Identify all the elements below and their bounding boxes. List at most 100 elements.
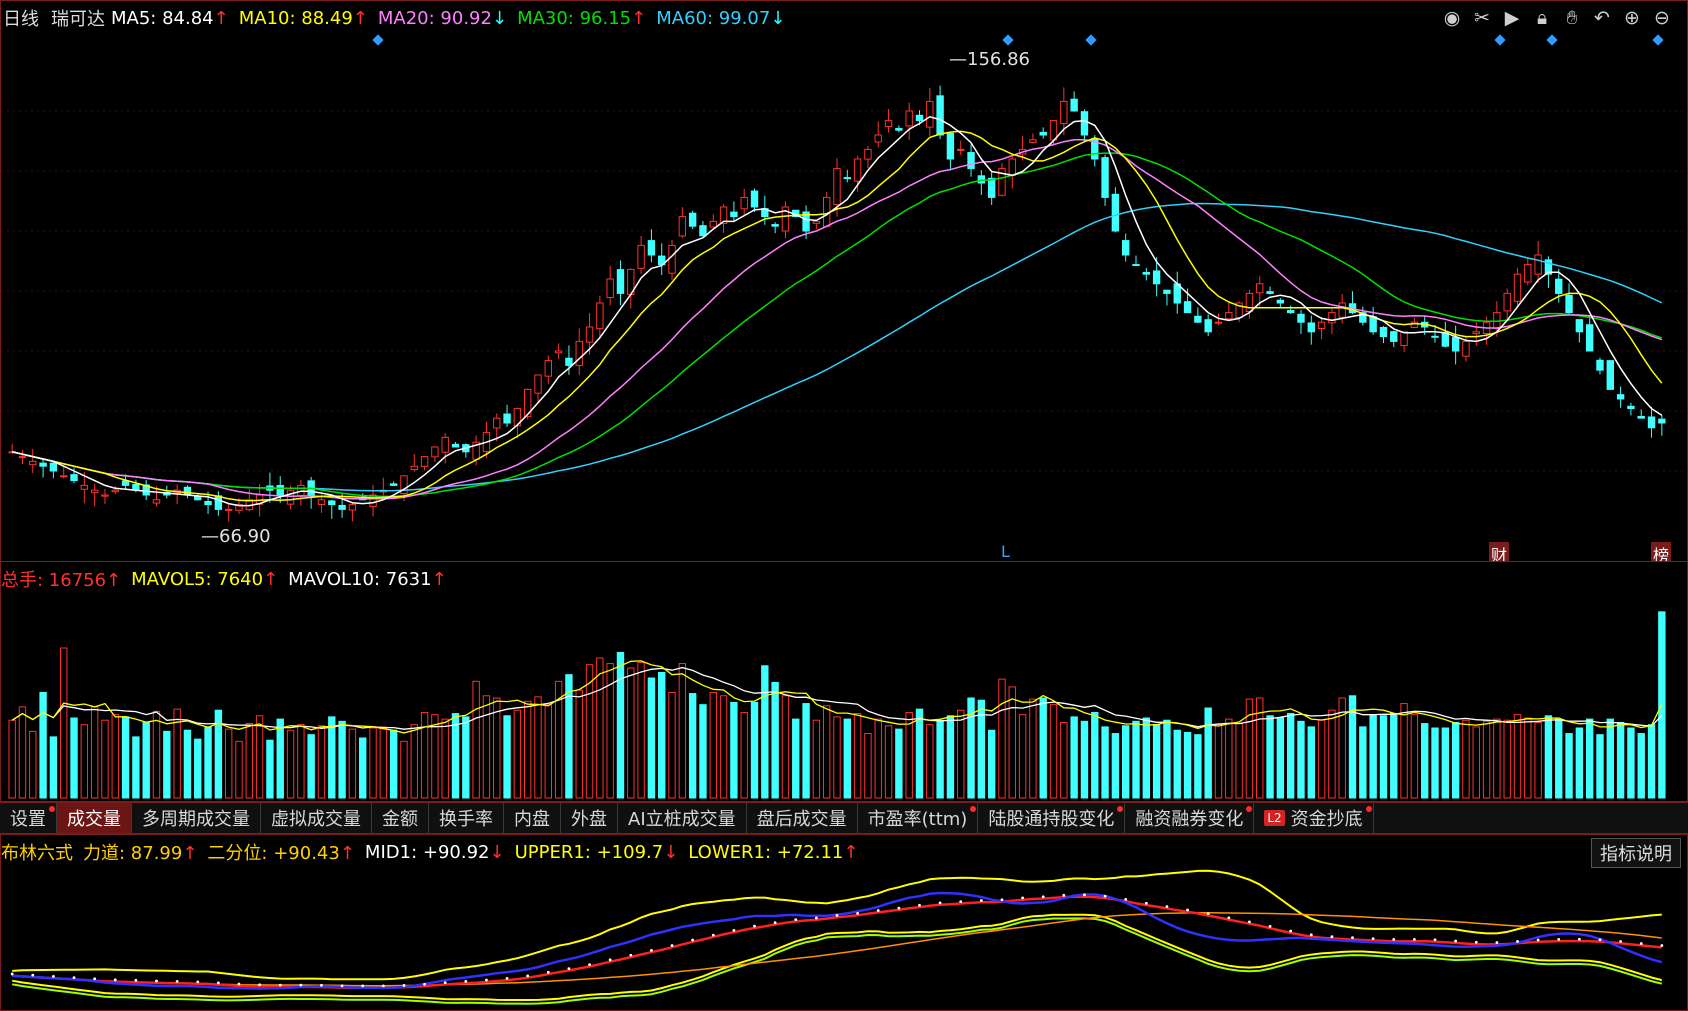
zoom-out-icon[interactable]: ⊖ (1651, 7, 1673, 29)
tab-label: 资金抄底 (1290, 809, 1363, 830)
volume-bar (142, 721, 150, 799)
volume-bar (503, 715, 511, 799)
tab-5[interactable]: 换手率 (429, 803, 504, 833)
candle-body (1503, 292, 1511, 312)
volume-bar (926, 724, 934, 799)
candle-body (1451, 336, 1460, 352)
candlestick-chart[interactable] (1, 1, 1688, 562)
candle-body (740, 196, 748, 210)
tab-9[interactable]: 盘后成交量 (747, 803, 858, 833)
mid-dot (918, 903, 921, 907)
mid-dot (1309, 933, 1313, 937)
tab-6[interactable]: 内盘 (504, 803, 561, 833)
candle-body (565, 357, 573, 366)
candle-body (750, 190, 759, 208)
volume-bar (513, 709, 522, 799)
tab-12[interactable]: 融资融券变化 (1125, 803, 1255, 833)
mid-dot (134, 978, 138, 982)
candle-body (1276, 299, 1285, 304)
scissors-icon[interactable]: ✂ (1471, 7, 1493, 29)
candle-body (1214, 321, 1223, 324)
candle-body (224, 508, 233, 511)
mid-dot (814, 916, 818, 920)
volume-bar (1616, 721, 1625, 799)
volume-panel[interactable]: 总手: 16756↑ MAVOL5: 7640↑ MAVOL10: 7631↑ (0, 562, 1688, 802)
play-icon[interactable]: ▶ (1501, 7, 1523, 29)
volume-bar (1317, 719, 1326, 799)
volume-bar (987, 729, 996, 799)
l-marker[interactable]: L (1001, 542, 1010, 561)
bollinger-legend-item-5: LOWER1: +72.11↑ (688, 841, 859, 863)
mid-dot (1639, 942, 1643, 945)
indicator-help-button[interactable]: 指标说明 (1591, 838, 1681, 868)
candle-body (575, 340, 583, 366)
candle-body (730, 211, 738, 218)
tab-7[interactable]: 外盘 (561, 803, 618, 833)
finance-marker[interactable]: 财 (1489, 542, 1510, 561)
volume-bar (771, 681, 779, 799)
tab-1[interactable]: 成交量 (57, 803, 132, 833)
candle-body (1658, 418, 1666, 424)
eye-icon[interactable]: ◉ (1441, 7, 1463, 29)
mid-dot (361, 984, 365, 988)
mid-dot (1103, 894, 1107, 898)
mid-dot (670, 944, 674, 947)
candle-body (1256, 283, 1264, 294)
candle-body (70, 474, 78, 482)
candle-body (936, 95, 944, 136)
mid-dot (1412, 938, 1416, 941)
candle-body (1472, 331, 1480, 335)
zoom-in-icon[interactable]: ⊕ (1621, 7, 1643, 29)
candle-body (1049, 120, 1058, 141)
candle-body (1029, 139, 1037, 143)
candle-body (328, 500, 336, 506)
candle-body (1080, 111, 1089, 136)
volume-bar (1286, 713, 1295, 799)
tab-3[interactable]: 虚拟成交量 (261, 803, 372, 833)
candle-body (1286, 309, 1295, 314)
volume-bar (1441, 727, 1450, 799)
volume-bar (441, 718, 449, 799)
candle-body (1441, 332, 1450, 347)
tab-0[interactable]: 设置 (0, 803, 57, 833)
mid-dot (1557, 937, 1561, 941)
price-chart-panel[interactable]: 日线 瑞可达 MA5: 84.84↑ MA10: 88.49↑ MA20: 90.9… (0, 0, 1688, 562)
rank-marker[interactable]: 榜 (1651, 542, 1672, 561)
lock-icon[interactable]: 🔒︎ (1531, 7, 1553, 29)
volume-bar (1410, 714, 1419, 799)
candle-body (1338, 302, 1346, 318)
indicator-tab-bar: 设置 成交量 多周期成交量 虚拟成交量 金额 换手率 内盘 外盘 AI立桩成交量 盘后成交量 市盈率… (0, 802, 1688, 834)
tab-10[interactable]: 市盈率(ttm) (858, 803, 979, 833)
volume-bar (389, 729, 398, 799)
volume-bar (1111, 733, 1120, 799)
tab-13[interactable]: L2 资金抄底 (1254, 803, 1374, 833)
tab-label: 成交量 (67, 809, 121, 830)
volume-bar (204, 726, 212, 799)
volume-bar (864, 733, 872, 799)
volume-bar (1008, 686, 1016, 799)
candle-body (926, 100, 934, 128)
mid-dot (1083, 893, 1086, 897)
price-legend: 日线 瑞可达 MA5: 84.84↑ MA10: 88.49↑ MA20: 90.9… (1, 1, 801, 35)
candle-body (1111, 193, 1120, 232)
volume-bar (833, 716, 841, 799)
volume-chart[interactable] (1, 562, 1688, 802)
volume-bar (1400, 703, 1408, 799)
candle-body (1555, 278, 1563, 294)
tab-8[interactable]: AI立桩成交量 (618, 803, 747, 833)
volume-legend: 总手: 16756↑ MAVOL5: 7640↑ MAVOL10: 7631↑ (1, 562, 457, 596)
candle-body (1266, 291, 1274, 294)
volume-bar (276, 718, 284, 799)
volume-bar (420, 711, 429, 799)
volume-bar (637, 661, 645, 799)
candle-body (152, 499, 161, 504)
volume-bar (1544, 715, 1553, 799)
hand-icon[interactable]: ✋︎ (1561, 7, 1583, 29)
volume-bar (1606, 718, 1614, 799)
bollinger-panel[interactable]: 布林六式 力道: 87.99↑ 二分位: +90.43↑ MID1: +90.92↓ U… (0, 834, 1688, 1011)
tab-2[interactable]: 多周期成交量 (132, 803, 261, 833)
tab-4[interactable]: 金额 (372, 803, 429, 833)
tab-11[interactable]: 陆股通持股变化 (978, 803, 1126, 833)
undo-icon[interactable]: ↶ (1591, 7, 1613, 29)
volume-bar (348, 728, 357, 799)
